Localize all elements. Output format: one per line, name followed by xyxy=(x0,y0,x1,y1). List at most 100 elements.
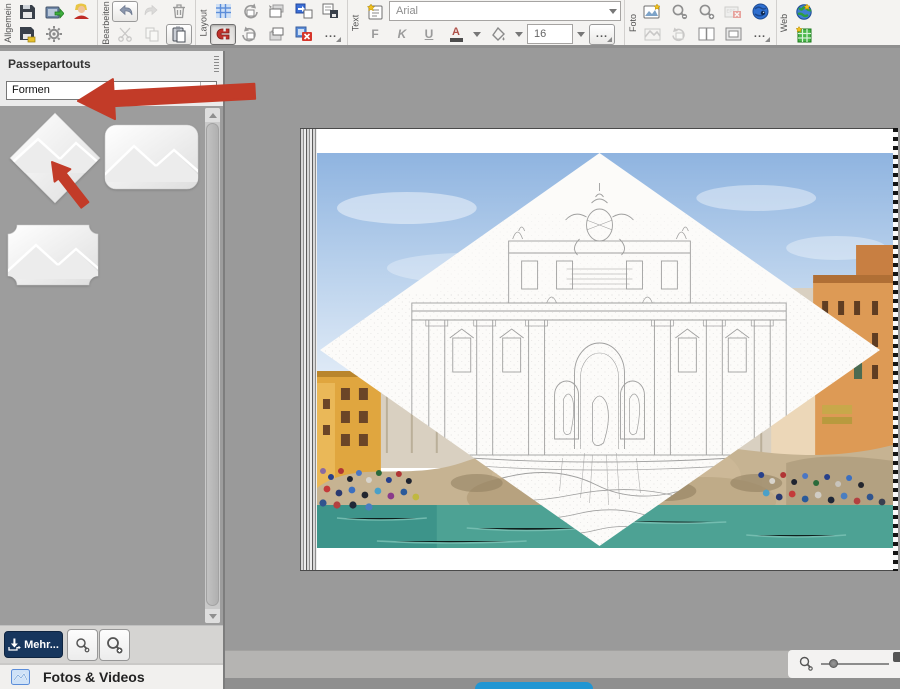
trash-icon xyxy=(172,3,186,19)
mehr-button[interactable]: Mehr... xyxy=(4,631,63,658)
redo-button[interactable] xyxy=(139,1,165,22)
font-color-dropdown-button[interactable] xyxy=(470,24,484,45)
split-frame-icon xyxy=(698,27,715,41)
fill-color-button[interactable] xyxy=(485,24,511,45)
underline-label: U xyxy=(425,27,434,41)
bold-button[interactable]: F xyxy=(362,24,388,45)
thumbnails-smaller-button[interactable] xyxy=(67,629,98,661)
web-grid-button[interactable] xyxy=(791,24,817,45)
magnifier-plus-icon xyxy=(105,636,124,655)
cut-button[interactable] xyxy=(112,24,138,45)
font-family-dropdown-button[interactable] xyxy=(605,2,620,20)
bottom-nav-partial xyxy=(475,682,593,689)
magnet-button[interactable] xyxy=(210,24,236,45)
passepartouts-panel: Passepartouts Formen xyxy=(0,51,225,689)
font-color-button[interactable]: A xyxy=(443,24,469,45)
effect-remove-icon: EPT xyxy=(724,4,742,19)
group-label-wrap: Foto xyxy=(626,0,639,46)
bring-forward-button[interactable] xyxy=(264,1,290,22)
frame-button[interactable] xyxy=(720,24,746,45)
crop-button[interactable] xyxy=(639,24,665,45)
font-size-combo[interactable]: 16 xyxy=(527,24,573,44)
photo-zoom-out-icon xyxy=(671,3,688,20)
scroll-down-button[interactable] xyxy=(205,609,220,623)
canvas-zoom-control xyxy=(788,650,900,678)
shape-thumb-diamond[interactable] xyxy=(8,111,102,205)
save-icon xyxy=(19,3,36,20)
save-as-button[interactable] xyxy=(14,24,40,45)
rotate-photo-button[interactable] xyxy=(666,24,692,45)
globe-camera-button[interactable] xyxy=(747,1,773,22)
settings-button[interactable] xyxy=(41,24,67,45)
photo-trevi-fountain[interactable] xyxy=(317,153,893,548)
send-backward-button[interactable] xyxy=(264,24,290,45)
copy-icon xyxy=(144,26,160,42)
underline-button[interactable]: U xyxy=(416,24,442,45)
paste-button[interactable] xyxy=(166,24,192,45)
panel-title: Passepartouts xyxy=(0,57,91,71)
workspace-canvas[interactable] xyxy=(225,51,900,689)
rotate-ccw-button[interactable] xyxy=(237,1,263,22)
photos-videos-section-header[interactable]: Fotos & Videos xyxy=(0,663,223,689)
rotate-photo-icon xyxy=(671,27,688,42)
scrollbar-thumb[interactable] xyxy=(206,123,219,606)
save-button[interactable] xyxy=(14,1,40,22)
undo-icon xyxy=(116,4,134,19)
bottom-band xyxy=(225,678,900,689)
toolbar-group-web: Web xyxy=(777,0,820,45)
foto-more-button[interactable]: ... xyxy=(747,24,773,45)
copy-button[interactable] xyxy=(139,24,165,45)
font-color-swatch xyxy=(450,38,463,42)
delete-layout-button[interactable] xyxy=(291,24,317,45)
zoom-slider-handle[interactable] xyxy=(829,659,838,668)
undo-button[interactable] xyxy=(112,1,138,22)
save-layout-button[interactable] xyxy=(318,1,344,22)
photo-zoom-in-button[interactable] xyxy=(693,1,719,22)
shapes-scrollbar[interactable] xyxy=(205,108,220,623)
italic-button[interactable]: K xyxy=(389,24,415,45)
font-family-value: Arial xyxy=(390,5,605,17)
group-label-wrap: Layout xyxy=(197,0,210,46)
scroll-up-button[interactable] xyxy=(205,108,220,122)
font-size-value: 16 xyxy=(528,28,572,40)
page-edge-marker xyxy=(893,128,898,571)
globe-camera-icon xyxy=(752,3,769,20)
cut-scissors-icon xyxy=(117,26,133,42)
panel-grip-handle[interactable] xyxy=(214,56,219,72)
font-size-dropdown-button[interactable] xyxy=(574,24,588,45)
group-label-foto: Foto xyxy=(628,13,638,31)
formen-dropdown-value: Formen xyxy=(7,82,200,99)
photo-zoom-out-button[interactable] xyxy=(666,1,692,22)
formen-dropdown-button[interactable] xyxy=(200,82,216,99)
save-layout-icon xyxy=(322,3,340,19)
rotate-ccw-icon xyxy=(241,3,259,19)
web-globe-button[interactable] xyxy=(791,1,817,22)
layout-more-button[interactable]: ... xyxy=(318,24,344,45)
thumbnails-larger-button[interactable] xyxy=(99,629,130,661)
group-label-layout: Layout xyxy=(199,9,209,36)
rotate-cw-icon xyxy=(241,26,259,42)
font-family-combo[interactable]: Arial xyxy=(389,1,621,21)
apply-layout-button[interactable] xyxy=(291,1,317,22)
avatar-button[interactable] xyxy=(68,1,94,22)
shape-thumb-ticket[interactable] xyxy=(6,223,100,287)
effect-remove-button[interactable]: EPT xyxy=(720,1,746,22)
rotate-cw-button[interactable] xyxy=(237,24,263,45)
italic-label: K xyxy=(398,27,407,41)
apply-layout-icon xyxy=(295,3,313,19)
split-frame-button[interactable] xyxy=(693,24,719,45)
page-spread[interactable] xyxy=(300,128,897,571)
shape-thumb-rounded-rectangle[interactable] xyxy=(104,124,199,190)
formen-dropdown[interactable]: Formen xyxy=(6,81,217,100)
chevron-down-icon xyxy=(515,32,523,37)
group-label-wrap: Bearbeiten xyxy=(99,0,112,46)
fill-color-dropdown-button[interactable] xyxy=(512,24,526,45)
text-more-button[interactable]: ... xyxy=(589,24,615,45)
chevron-down-icon xyxy=(577,32,585,37)
add-photo-button[interactable] xyxy=(639,1,665,22)
zoom-slider[interactable] xyxy=(821,659,889,669)
open-project-button[interactable] xyxy=(41,1,67,22)
text-properties-button[interactable] xyxy=(362,1,388,22)
grid-button[interactable] xyxy=(210,1,236,22)
delete-button[interactable] xyxy=(166,1,192,22)
